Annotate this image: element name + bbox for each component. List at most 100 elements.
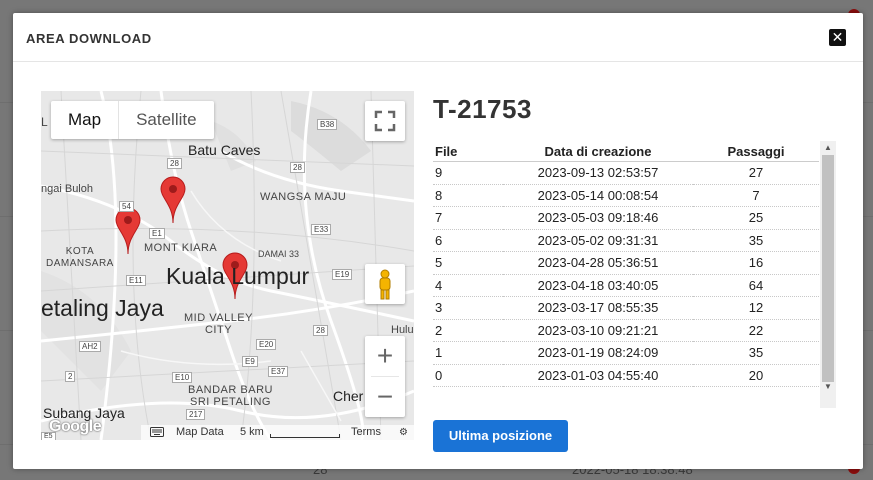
road-badge: E9 [242,356,258,367]
table-row[interactable]: 8 2023-05-14 00:08:54 7 [433,184,819,207]
map-type-control: Map Satellite [51,101,214,139]
map-label: Cher [333,388,364,404]
road-badge: E19 [332,269,353,280]
table-header-row: File Data di creazione Passaggi [433,141,819,162]
google-logo: Google [49,418,102,435]
road-badge: E10 [172,372,193,383]
file-cell: 1 [433,341,503,365]
road-badge: E37 [268,366,289,377]
date-cell: 2023-05-02 09:31:31 [503,229,693,252]
fullscreen-icon [374,110,396,132]
map-label: Batu Caves [188,142,261,158]
passes-cell: 25 [693,206,819,230]
road-badge: AH2 [79,341,101,352]
file-cell: 9 [433,161,503,185]
scrollbar-thumb[interactable] [822,155,834,382]
last-position-button[interactable]: Ultima posizione [433,420,568,452]
road-badge: 28 [167,158,182,169]
map-scale-bar [270,434,340,438]
table-row[interactable]: 2 2023-03-10 09:21:21 22 [433,319,819,342]
close-icon: ✕ [831,29,844,45]
date-cell: 2023-03-10 09:21:21 [503,319,693,342]
files-table-container: File Data di creazione Passaggi 9 2023-09… [433,141,836,408]
map-label: DAMAI 33 [258,249,300,259]
road-badge: E11 [126,275,146,286]
date-cell: 2023-05-03 09:18:46 [503,206,693,230]
keyboard-shortcuts-button[interactable] [150,427,164,440]
column-header-file[interactable]: File [433,141,503,162]
table-row[interactable]: 9 2023-09-13 02:53:57 27 [433,161,819,185]
date-cell: 2023-09-13 02:53:57 [503,161,693,185]
file-cell: 2 [433,319,503,342]
fullscreen-button[interactable] [365,101,405,141]
date-cell: 2023-04-28 05:36:51 [503,251,693,275]
zoom-out-button[interactable]: − [365,377,405,417]
scroll-up-icon[interactable]: ▲ [820,141,836,155]
settings-icon[interactable]: ⚙ [399,427,408,438]
road-badge: B38 [317,119,338,130]
column-header-date[interactable]: Data di creazione [503,141,693,162]
files-table: File Data di creazione Passaggi 9 2023-09… [433,141,819,387]
table-row[interactable]: 1 2023-01-19 08:24:09 35 [433,341,819,365]
table-row[interactable]: 5 2023-04-28 05:36:51 16 [433,251,819,275]
file-cell: 6 [433,229,503,252]
scroll-down-icon[interactable]: ▼ [820,380,836,394]
zoom-in-button[interactable]: + [365,336,405,376]
file-cell: 8 [433,184,503,207]
modal-title: AREA DOWNLOAD [26,31,152,46]
keyboard-icon [150,427,164,437]
passes-cell: 64 [693,274,819,297]
road-badge: E1 [149,228,165,239]
table-row[interactable]: 3 2023-03-17 08:55:35 12 [433,296,819,320]
passes-cell: 20 [693,364,819,387]
date-cell: 2023-04-18 03:40:05 [503,274,693,297]
map-scale-label: 5 km [240,426,264,438]
date-cell: 2023-01-19 08:24:09 [503,341,693,365]
map-label: Hulu [391,324,414,336]
date-cell: 2023-01-03 04:55:40 [503,364,693,387]
street-view-pegman[interactable] [365,264,405,304]
table-row[interactable]: 7 2023-05-03 09:18:46 25 [433,206,819,230]
vehicle-title: T-21753 [433,94,532,124]
date-cell: 2023-03-17 08:55:35 [503,296,693,320]
road-badge: E20 [256,339,277,350]
passes-cell: 35 [693,341,819,365]
map-data-link[interactable]: Map Data [176,426,224,438]
road-badge: 28 [313,325,328,336]
map-view[interactable]: B38 28 28 54 E1 E33 E11 E19 28 AH2 E20 E… [41,91,414,440]
passes-cell: 22 [693,319,819,342]
column-header-passes[interactable]: Passaggi [693,141,819,162]
road-badge: 54 [119,201,134,212]
map-label: etaling Jaya [41,295,164,321]
passes-cell: 27 [693,161,819,185]
road-badge: E33 [311,224,332,235]
passes-cell: 16 [693,251,819,275]
zoom-control: + − [365,336,405,417]
table-row[interactable]: 0 2023-01-03 04:55:40 20 [433,364,819,387]
file-cell: 3 [433,296,503,320]
table-row[interactable]: 4 2023-04-18 03:40:05 64 [433,274,819,297]
map-type-satellite-button[interactable]: Satellite [119,101,213,139]
date-cell: 2023-05-14 00:08:54 [503,184,693,207]
road-badge: 2 [65,371,76,382]
map-label: KOTA DAMANSARA [46,246,114,269]
file-cell: 0 [433,364,503,387]
map-footer: Map Data 5 km Terms ⚙ [141,425,414,440]
map-type-map-button[interactable]: Map [51,101,120,139]
map-label: WANGSA MAJU [260,191,347,203]
passes-cell: 35 [693,229,819,252]
close-button[interactable]: ✕ [829,29,846,46]
file-cell: 4 [433,274,503,297]
table-scrollbar[interactable]: ▲ ▼ [820,141,836,408]
road-badge: 28 [290,162,305,173]
file-cell: 7 [433,206,503,230]
pegman-icon [379,269,391,300]
table-row[interactable]: 6 2023-05-02 09:31:31 35 [433,229,819,252]
terms-link[interactable]: Terms [351,426,381,438]
road-badge: 217 [186,409,206,420]
map-label: L [41,115,48,129]
passes-cell: 12 [693,296,819,320]
passes-cell: 7 [693,184,819,207]
modal-header: AREA DOWNLOAD ✕ [13,13,863,62]
map-label: MONT KIARA [144,242,218,254]
